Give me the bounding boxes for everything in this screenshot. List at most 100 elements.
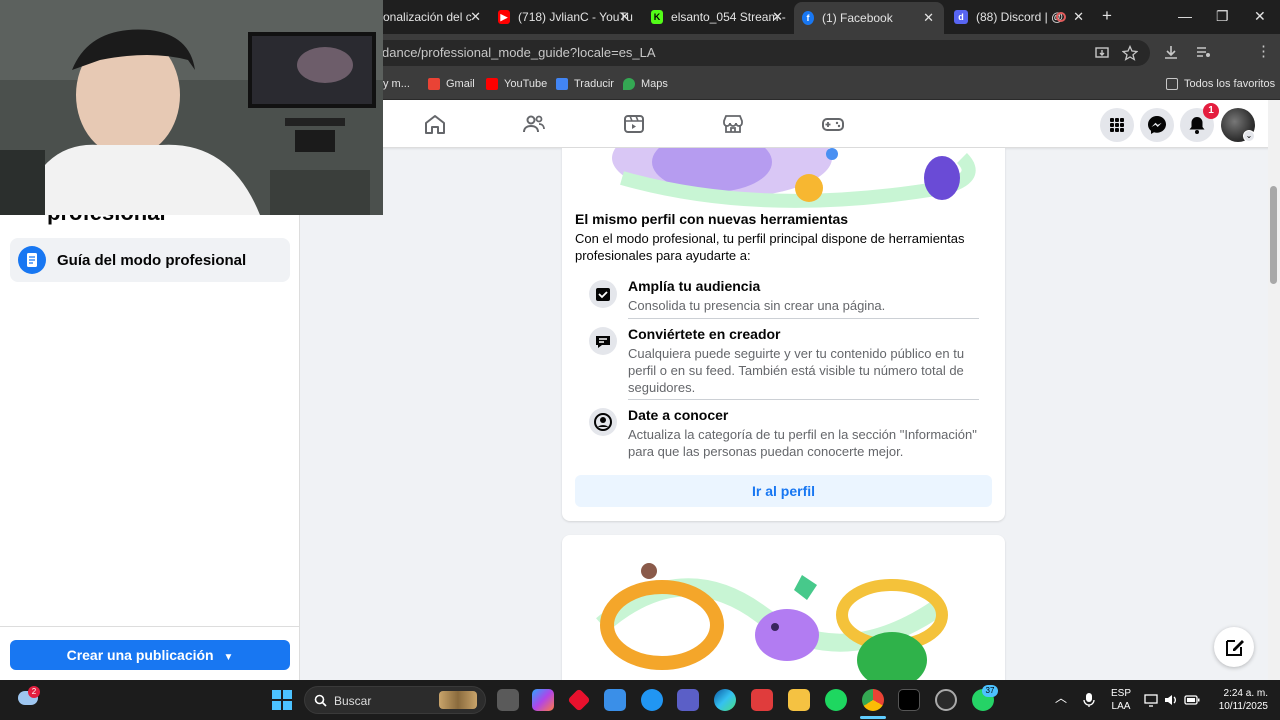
microphone-icon[interactable] xyxy=(1083,692,1095,708)
sidebar-item-guia[interactable]: Guía del modo profesional xyxy=(10,238,290,282)
caret-down-icon: ▼ xyxy=(223,652,234,663)
tab-kick[interactable]: K elsanto_054 Stream - ✕ xyxy=(643,4,793,30)
network-icon[interactable] xyxy=(1144,693,1158,707)
bookmark-maps[interactable]: Maps xyxy=(623,78,668,90)
capcut-icon[interactable] xyxy=(898,689,920,711)
battery-icon[interactable] xyxy=(1184,694,1200,706)
clock[interactable]: 2:24 a. m. 10/11/2025 xyxy=(1206,687,1268,713)
taskbar-search[interactable]: Buscar xyxy=(304,686,486,714)
scrollbar-thumb[interactable] xyxy=(1270,186,1277,284)
chrome-icon[interactable] xyxy=(862,689,884,711)
weather-app-icon[interactable] xyxy=(641,689,663,711)
menu-kebab-icon[interactable]: ⋮ xyxy=(1256,42,1271,60)
bookmark-gmail[interactable]: Gmail xyxy=(428,78,475,90)
bookmark-traducir[interactable]: Traducir xyxy=(556,78,614,90)
all-bookmarks-folder[interactable]: Todos los favoritos xyxy=(1166,78,1275,90)
feature-title: Amplía tu audiencia xyxy=(628,278,761,294)
new-tab-button[interactable]: + xyxy=(1102,6,1112,26)
feature-icon-creator xyxy=(589,327,617,355)
close-window-button[interactable]: ✕ xyxy=(1254,8,1266,25)
microsoft-store-icon[interactable] xyxy=(604,689,626,711)
professional-tools-card: El mismo perfil con nuevas herramientas … xyxy=(562,148,1005,521)
tab-title: (88) Discord | @ xyxy=(976,10,1064,24)
obs-icon[interactable] xyxy=(935,689,957,711)
app-diamond-icon[interactable] xyxy=(567,688,591,712)
chat-bubble-icon xyxy=(596,336,610,348)
language-top: ESP xyxy=(1110,688,1131,699)
wps-icon[interactable] xyxy=(751,689,773,711)
person-circle-icon xyxy=(594,413,612,431)
whatsapp-badge: 37 xyxy=(982,685,998,697)
address-bar[interactable]: dance/professional_mode_guide?locale=es_… xyxy=(300,40,1150,66)
spotify-icon[interactable] xyxy=(825,689,847,711)
volume-icon[interactable] xyxy=(1164,693,1178,707)
tab-close-icon[interactable]: ✕ xyxy=(619,9,630,25)
feature-icon-audience xyxy=(589,280,617,308)
bookmark-star-icon[interactable] xyxy=(1122,45,1138,61)
teams-icon[interactable] xyxy=(677,689,699,711)
streamer-camera-feed xyxy=(0,0,383,215)
bookmark-label: Traducir xyxy=(574,78,614,90)
search-icon xyxy=(314,694,327,707)
windows-taskbar: 2 Buscar 37 ︿ ESP LAA 2:24 a. m. 10/11/2… xyxy=(0,680,1280,720)
task-view-icon[interactable] xyxy=(497,689,519,711)
tab-close-icon[interactable]: ✕ xyxy=(923,10,934,26)
feature-title: Date a conocer xyxy=(628,407,729,423)
bookmark-youtube[interactable]: YouTube xyxy=(486,78,547,90)
illustration-card xyxy=(562,535,1005,685)
facebook-icon: f xyxy=(802,11,815,25)
language-indicator[interactable]: ESP LAA xyxy=(1108,687,1134,713)
video-icon[interactable] xyxy=(622,112,646,136)
sidebar-item-label: Guía del modo profesional xyxy=(57,252,247,269)
minimize-button[interactable]: — xyxy=(1178,8,1192,24)
home-icon[interactable] xyxy=(423,112,447,136)
folder-icon xyxy=(1166,78,1178,90)
tab-personalizacion[interactable]: onalización del c ✕ xyxy=(383,4,491,30)
language-bottom: LAA xyxy=(1111,701,1131,712)
tab-discord[interactable]: d (88) Discord | @ ✕ xyxy=(946,4,1094,30)
translate-icon xyxy=(556,78,568,90)
tab-youtube[interactable]: ▶ (718) JvlianC - YouTu ✕ xyxy=(490,4,640,30)
notification-badge: 1 xyxy=(1203,103,1219,119)
menu-button[interactable] xyxy=(1100,108,1134,142)
feature-title: Conviértete en creador xyxy=(628,326,781,342)
media-control-icon[interactable] xyxy=(1195,44,1211,60)
guide-icon xyxy=(18,246,46,274)
tab-facebook[interactable]: f (1) Facebook ✕ xyxy=(794,2,944,34)
kick-icon: K xyxy=(651,10,664,24)
file-explorer-icon[interactable] xyxy=(788,689,810,711)
chevron-down-icon[interactable]: ⌄ xyxy=(1243,130,1255,142)
coins-illustration xyxy=(596,563,948,685)
install-app-icon[interactable] xyxy=(1094,45,1110,61)
chevron-up-icon[interactable]: ︿ xyxy=(1055,692,1067,705)
bookmark-item[interactable]: y m... xyxy=(383,78,410,90)
bookmark-label: Todos los favoritos xyxy=(1184,78,1276,90)
windows-start-icon[interactable] xyxy=(271,689,293,711)
go-to-profile-button[interactable]: Ir al perfil xyxy=(575,475,992,507)
edge-icon[interactable] xyxy=(714,689,736,711)
search-highlight-image xyxy=(439,691,477,709)
maps-icon xyxy=(623,78,635,90)
new-message-button[interactable] xyxy=(1214,627,1254,667)
create-post-button[interactable]: Crear una publicación ▼ xyxy=(10,640,290,670)
friends-icon[interactable] xyxy=(522,112,546,136)
search-placeholder: Buscar xyxy=(334,694,372,708)
divider xyxy=(628,399,979,400)
feature-desc: Cualquiera puede seguirte y ver tu conte… xyxy=(628,346,965,395)
divider xyxy=(0,626,300,627)
tab-close-icon[interactable]: ✕ xyxy=(1073,9,1084,25)
youtube-icon xyxy=(486,78,498,90)
messenger-button[interactable] xyxy=(1140,108,1174,142)
marketplace-icon[interactable] xyxy=(721,112,745,136)
divider xyxy=(628,318,979,319)
restore-button[interactable]: ❐ xyxy=(1216,8,1229,25)
clock-date: 10/11/2025 xyxy=(1218,701,1268,712)
feature-desc: Actualiza la categoría de tu perfil en l… xyxy=(628,427,977,459)
download-icon[interactable] xyxy=(1163,44,1179,60)
feature-desc: Consolida tu presencia sin crear una pág… xyxy=(628,298,886,313)
tab-close-icon[interactable]: ✕ xyxy=(470,9,481,25)
tab-close-icon[interactable]: ✕ xyxy=(772,9,783,25)
copilot-icon[interactable] xyxy=(532,689,554,711)
gaming-icon[interactable] xyxy=(821,112,845,136)
recording-icon xyxy=(1056,12,1066,22)
